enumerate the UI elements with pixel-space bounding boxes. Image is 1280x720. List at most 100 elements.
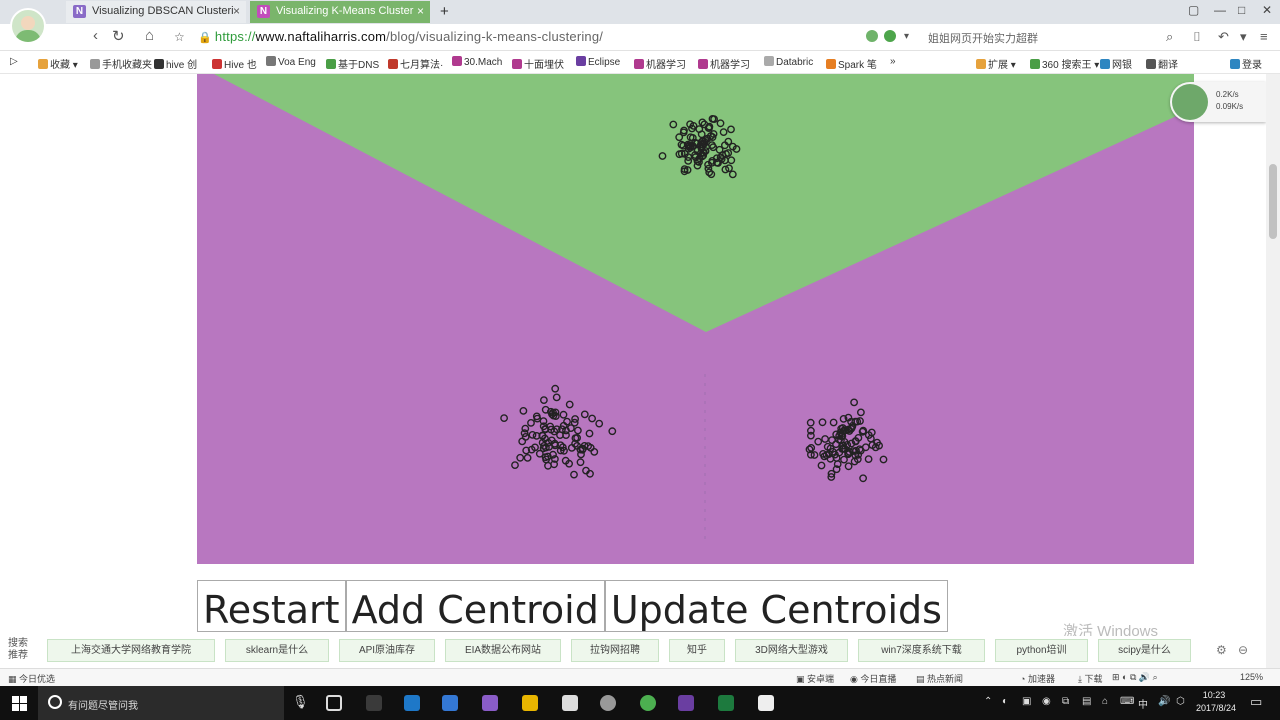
bookmark-item[interactable]: Databric: [764, 56, 813, 68]
app-icon[interactable]: [562, 695, 578, 711]
status-item[interactable]: ▣ 安卓端: [796, 672, 834, 685]
tab-kmeans[interactable]: N Visualizing K-Means Cluster ×: [250, 1, 430, 23]
tab-close-icon[interactable]: ×: [233, 4, 240, 18]
menu-icon[interactable]: ≡: [1260, 29, 1268, 44]
suggestion-chip[interactable]: sklearn是什么: [225, 639, 329, 662]
maximize-icon[interactable]: □: [1238, 3, 1245, 17]
app-icon[interactable]: [482, 695, 498, 711]
extension-item[interactable]: 扩展 ▾: [976, 56, 1016, 71]
browser-360-icon[interactable]: [640, 695, 656, 711]
bookmark-item[interactable]: 手机收藏夹: [90, 56, 152, 71]
suggestion-chip[interactable]: 知乎: [669, 639, 725, 662]
system-clock[interactable]: 10:23 2017/8/24: [1196, 689, 1236, 715]
sidebar-toggle-icon[interactable]: ▷: [10, 56, 18, 67]
keyboard-icon[interactable]: ⌨: [1120, 696, 1134, 707]
bookmark-star-icon[interactable]: ☆: [174, 30, 185, 44]
tray-icon[interactable]: ▤: [1082, 696, 1091, 707]
scroll-thumb[interactable]: [1269, 164, 1277, 239]
settings-icon[interactable]: ⚙: [1216, 643, 1227, 657]
suggestion-chip[interactable]: 上海交通大学网络教育学院: [47, 639, 215, 662]
notification-icon[interactable]: ▭: [1250, 694, 1262, 710]
status-item[interactable]: ⤓ 下载: [1078, 672, 1103, 685]
search-hint[interactable]: 姐姐网页开始实力超群: [928, 30, 1038, 46]
app-icon[interactable]: [600, 695, 616, 711]
tray-arrow-icon[interactable]: ⌃: [984, 696, 992, 707]
status-item[interactable]: ◔ 加速器: [1020, 672, 1055, 685]
close-icon[interactable]: ⊖: [1238, 643, 1248, 657]
minimize-icon[interactable]: —: [1214, 3, 1226, 17]
status-today-pick[interactable]: ▦ 今日优选: [8, 672, 55, 685]
extension-item[interactable]: 翻译: [1146, 56, 1178, 71]
home-icon[interactable]: ⌂: [145, 27, 154, 44]
bookmark-item[interactable]: 七月算法·: [388, 56, 443, 71]
suggestion-chip[interactable]: win7深度系统下载: [858, 639, 985, 662]
status-item[interactable]: ▤ 热点新闻: [916, 672, 963, 685]
status-tools-icon[interactable]: ⊞ ◐ ⧉ 🔊 ⌕: [1112, 672, 1158, 683]
cortana-search[interactable]: 有问题尽管问我: [38, 686, 284, 720]
restart-button[interactable]: Restart: [197, 580, 346, 632]
app-icon[interactable]: [522, 695, 538, 711]
bookmark-item[interactable]: 基于DNS: [326, 56, 379, 71]
zoom-level[interactable]: 125%: [1240, 672, 1263, 682]
undo-icon[interactable]: ↶: [1218, 29, 1229, 45]
suggestion-chip[interactable]: EIA数据公布网站: [445, 639, 561, 662]
folder-icon[interactable]: [366, 695, 382, 711]
bookmark-item[interactable]: Eclipse: [576, 56, 620, 68]
bookmark-item[interactable]: Voa Eng: [266, 56, 316, 68]
network-icon[interactable]: ⌂: [1102, 696, 1108, 707]
suggestion-chip[interactable]: 拉钩网招聘: [571, 639, 659, 662]
ime-indicator[interactable]: 中: [1138, 696, 1148, 711]
extension-item[interactable]: 网银: [1100, 56, 1132, 71]
tray-icon[interactable]: ◉: [1042, 696, 1051, 707]
speed-mode-icon[interactable]: [884, 30, 896, 42]
app-icon[interactable]: [758, 695, 774, 711]
bookmark-item[interactable]: 机器学习: [698, 56, 750, 71]
bookmark-item[interactable]: hive 创: [154, 56, 197, 71]
bookmark-item[interactable]: Hive 也: [212, 56, 257, 71]
bookmark-item[interactable]: Spark 笔: [826, 56, 877, 71]
search-icon[interactable]: ⌕: [1166, 29, 1173, 45]
url-field[interactable]: 🔒 https://www.naftaliharris.com/blog/visu…: [198, 29, 603, 44]
kmeans-visualization[interactable]: [197, 74, 1194, 564]
store-icon[interactable]: [442, 695, 458, 711]
tray-icon[interactable]: ⬡: [1176, 696, 1185, 707]
excel-icon[interactable]: [718, 695, 734, 711]
edge-icon[interactable]: [404, 695, 420, 711]
back-icon[interactable]: ‹: [93, 27, 98, 44]
volume-icon[interactable]: 🔊: [1158, 696, 1170, 707]
microphone-icon[interactable]: 🎙: [292, 694, 309, 710]
suggestion-chip[interactable]: python培训: [995, 639, 1088, 662]
windows-start-icon[interactable]: [12, 696, 27, 711]
compat-mode-icon[interactable]: [866, 30, 878, 42]
suggestion-chip[interactable]: scipy是什么: [1098, 639, 1191, 662]
skin-icon[interactable]: ▢: [1188, 3, 1199, 17]
page-scrollbar[interactable]: [1266, 74, 1280, 686]
extension-item[interactable]: 登录: [1230, 56, 1262, 71]
more-bookmarks-icon[interactable]: »: [890, 56, 896, 67]
dropdown-icon[interactable]: ▾: [904, 31, 909, 42]
network-speed-widget[interactable]: 0.2K/s 0.09K/s: [1170, 82, 1266, 122]
close-window-icon[interactable]: ✕: [1262, 3, 1272, 17]
new-tab-icon[interactable]: +: [440, 3, 449, 20]
task-view-icon[interactable]: [326, 695, 342, 711]
tray-icon[interactable]: ⧉: [1062, 696, 1069, 707]
suggestion-chip[interactable]: API原油库存: [339, 639, 435, 662]
add-centroid-button[interactable]: Add Centroid: [345, 580, 605, 632]
bookmark-item[interactable]: 30.Mach: [452, 56, 502, 68]
bookmark-item[interactable]: 收藏 ▾: [38, 56, 78, 71]
tab-close-icon[interactable]: ×: [417, 4, 424, 18]
reader-icon[interactable]: ⌷: [1193, 29, 1201, 45]
status-item[interactable]: ◉ 今日直播: [850, 672, 896, 685]
bookmark-item[interactable]: 机器学习: [634, 56, 686, 71]
suggestion-chip[interactable]: 3D网络大型游戏: [735, 639, 848, 662]
tray-icon[interactable]: ▣: [1022, 696, 1031, 707]
extension-item[interactable]: 360 搜索王 ▾: [1030, 56, 1099, 71]
tab-dbscan[interactable]: N Visualizing DBSCAN Clusteri ×: [66, 1, 246, 23]
bookmark-item[interactable]: 十面埋伏: [512, 56, 564, 71]
onenote-icon[interactable]: [678, 695, 694, 711]
tray-icon[interactable]: ◐: [1002, 696, 1008, 707]
user-avatar[interactable]: [10, 8, 46, 44]
dropdown-icon[interactable]: ▾: [1240, 29, 1247, 45]
update-centroids-button[interactable]: Update Centroids: [604, 580, 948, 632]
reload-icon[interactable]: ↻: [112, 27, 125, 45]
